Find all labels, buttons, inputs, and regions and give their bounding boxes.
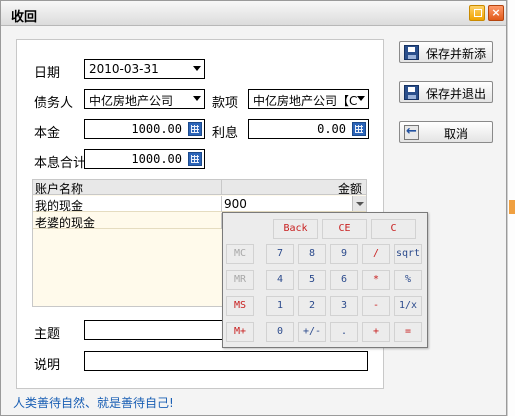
- window-title: 收回: [11, 10, 38, 25]
- save-and-new-button[interactable]: 保存并新添: [399, 41, 493, 63]
- interest-label: 利息: [212, 126, 239, 141]
- calculator-icon[interactable]: [188, 122, 202, 136]
- item-value: 中亿房地产公司【C: [253, 94, 358, 108]
- calc-key-divide[interactable]: /: [362, 244, 390, 264]
- interest-value: 0.00: [317, 122, 346, 136]
- floppy-disk-icon: [404, 45, 419, 60]
- calc-key-5[interactable]: 5: [298, 270, 326, 290]
- calc-key-ms[interactable]: MS: [226, 296, 254, 316]
- item-select[interactable]: 中亿房地产公司【C: [248, 89, 369, 109]
- cancel-button[interactable]: 取消: [399, 121, 493, 143]
- total-label: 本息合计: [34, 156, 87, 171]
- save-and-exit-button[interactable]: 保存并退出: [399, 81, 493, 103]
- minimize-icon[interactable]: [469, 5, 485, 21]
- chevron-down-icon[interactable]: [352, 196, 366, 211]
- calculator-popup: Back CE C MC 7 8 9 / sqrt MR 4 5 6 * % M…: [222, 212, 428, 348]
- date-value: 2010-03-31: [89, 62, 159, 76]
- grid-header: 账户名称 金额: [33, 180, 366, 196]
- calc-key-9[interactable]: 9: [330, 244, 358, 264]
- calc-key-equals[interactable]: =: [394, 322, 422, 342]
- chevron-down-icon: [357, 96, 365, 101]
- calc-key-0[interactable]: 0: [266, 322, 294, 342]
- save-and-exit-label: 保存并退出: [426, 87, 487, 101]
- chevron-down-icon: [193, 96, 201, 101]
- calc-key-7[interactable]: 7: [266, 244, 294, 264]
- calc-key-1[interactable]: 1: [266, 296, 294, 316]
- calc-key-multiply[interactable]: *: [362, 270, 390, 290]
- calc-key-reciprocal[interactable]: 1/x: [394, 296, 422, 316]
- calc-key-plus[interactable]: +: [362, 322, 390, 342]
- total-input[interactable]: 1000.00: [84, 149, 205, 169]
- calc-key-8[interactable]: 8: [298, 244, 326, 264]
- chevron-down-icon: [193, 66, 201, 71]
- collect-dialog: 收回 × 日期 2010-03-31 债务人 中亿房地产公司 款项 中亿房地产公…: [0, 0, 507, 416]
- subject-label: 主题: [34, 327, 61, 342]
- note-input[interactable]: [84, 351, 368, 371]
- principal-value: 1000.00: [131, 122, 182, 136]
- calc-key-ce[interactable]: CE: [322, 219, 367, 239]
- principal-input[interactable]: 1000.00: [84, 119, 205, 139]
- calc-key-back[interactable]: Back: [273, 219, 318, 239]
- save-and-new-label: 保存并新添: [426, 47, 487, 61]
- calc-key-decimal[interactable]: .: [330, 322, 358, 342]
- calc-key-mplus[interactable]: M+: [226, 322, 254, 342]
- calc-key-mc[interactable]: MC: [226, 244, 254, 264]
- note-label: 说明: [34, 358, 61, 373]
- account-name: 老婆的现金: [35, 216, 96, 230]
- calc-key-4[interactable]: 4: [266, 270, 294, 290]
- debtor-label: 债务人: [34, 96, 74, 111]
- calc-key-6[interactable]: 6: [330, 270, 358, 290]
- principal-label: 本金: [34, 126, 61, 141]
- total-value: 1000.00: [131, 152, 182, 166]
- amount-cell[interactable]: 900: [221, 196, 366, 212]
- exit-icon: [404, 124, 419, 140]
- interest-input[interactable]: 0.00: [248, 119, 369, 139]
- floppy-disk-icon: [404, 85, 419, 100]
- calc-key-c[interactable]: C: [371, 219, 416, 239]
- date-label: 日期: [34, 66, 61, 81]
- account-name: 我的现金: [35, 199, 84, 213]
- title-bar: 收回 ×: [1, 1, 506, 26]
- calc-key-3[interactable]: 3: [330, 296, 358, 316]
- background-marker: [509, 200, 515, 214]
- amount-value: 900: [224, 197, 247, 211]
- col-account-header: 账户名称: [35, 182, 84, 196]
- item-label: 款项: [212, 96, 239, 111]
- calc-key-minus[interactable]: -: [362, 296, 390, 316]
- col-amount-header: 金额: [337, 182, 362, 196]
- debtor-select[interactable]: 中亿房地产公司: [84, 89, 205, 109]
- calc-key-sqrt[interactable]: sqrt: [394, 244, 422, 264]
- calculator-icon[interactable]: [352, 122, 366, 136]
- calc-key-2[interactable]: 2: [298, 296, 326, 316]
- calc-key-mr[interactable]: MR: [226, 270, 254, 290]
- footer-slogan: 人类善待自然、就是善待自己!: [13, 396, 174, 410]
- calc-key-negate[interactable]: +/-: [298, 322, 326, 342]
- debtor-value: 中亿房地产公司: [89, 94, 174, 108]
- close-icon[interactable]: ×: [488, 5, 504, 21]
- calculator-icon[interactable]: [188, 152, 202, 166]
- table-row[interactable]: 我的现金 900: [33, 196, 366, 213]
- calc-key-percent[interactable]: %: [394, 270, 422, 290]
- cancel-label: 取消: [444, 127, 469, 141]
- date-picker[interactable]: 2010-03-31: [84, 59, 205, 79]
